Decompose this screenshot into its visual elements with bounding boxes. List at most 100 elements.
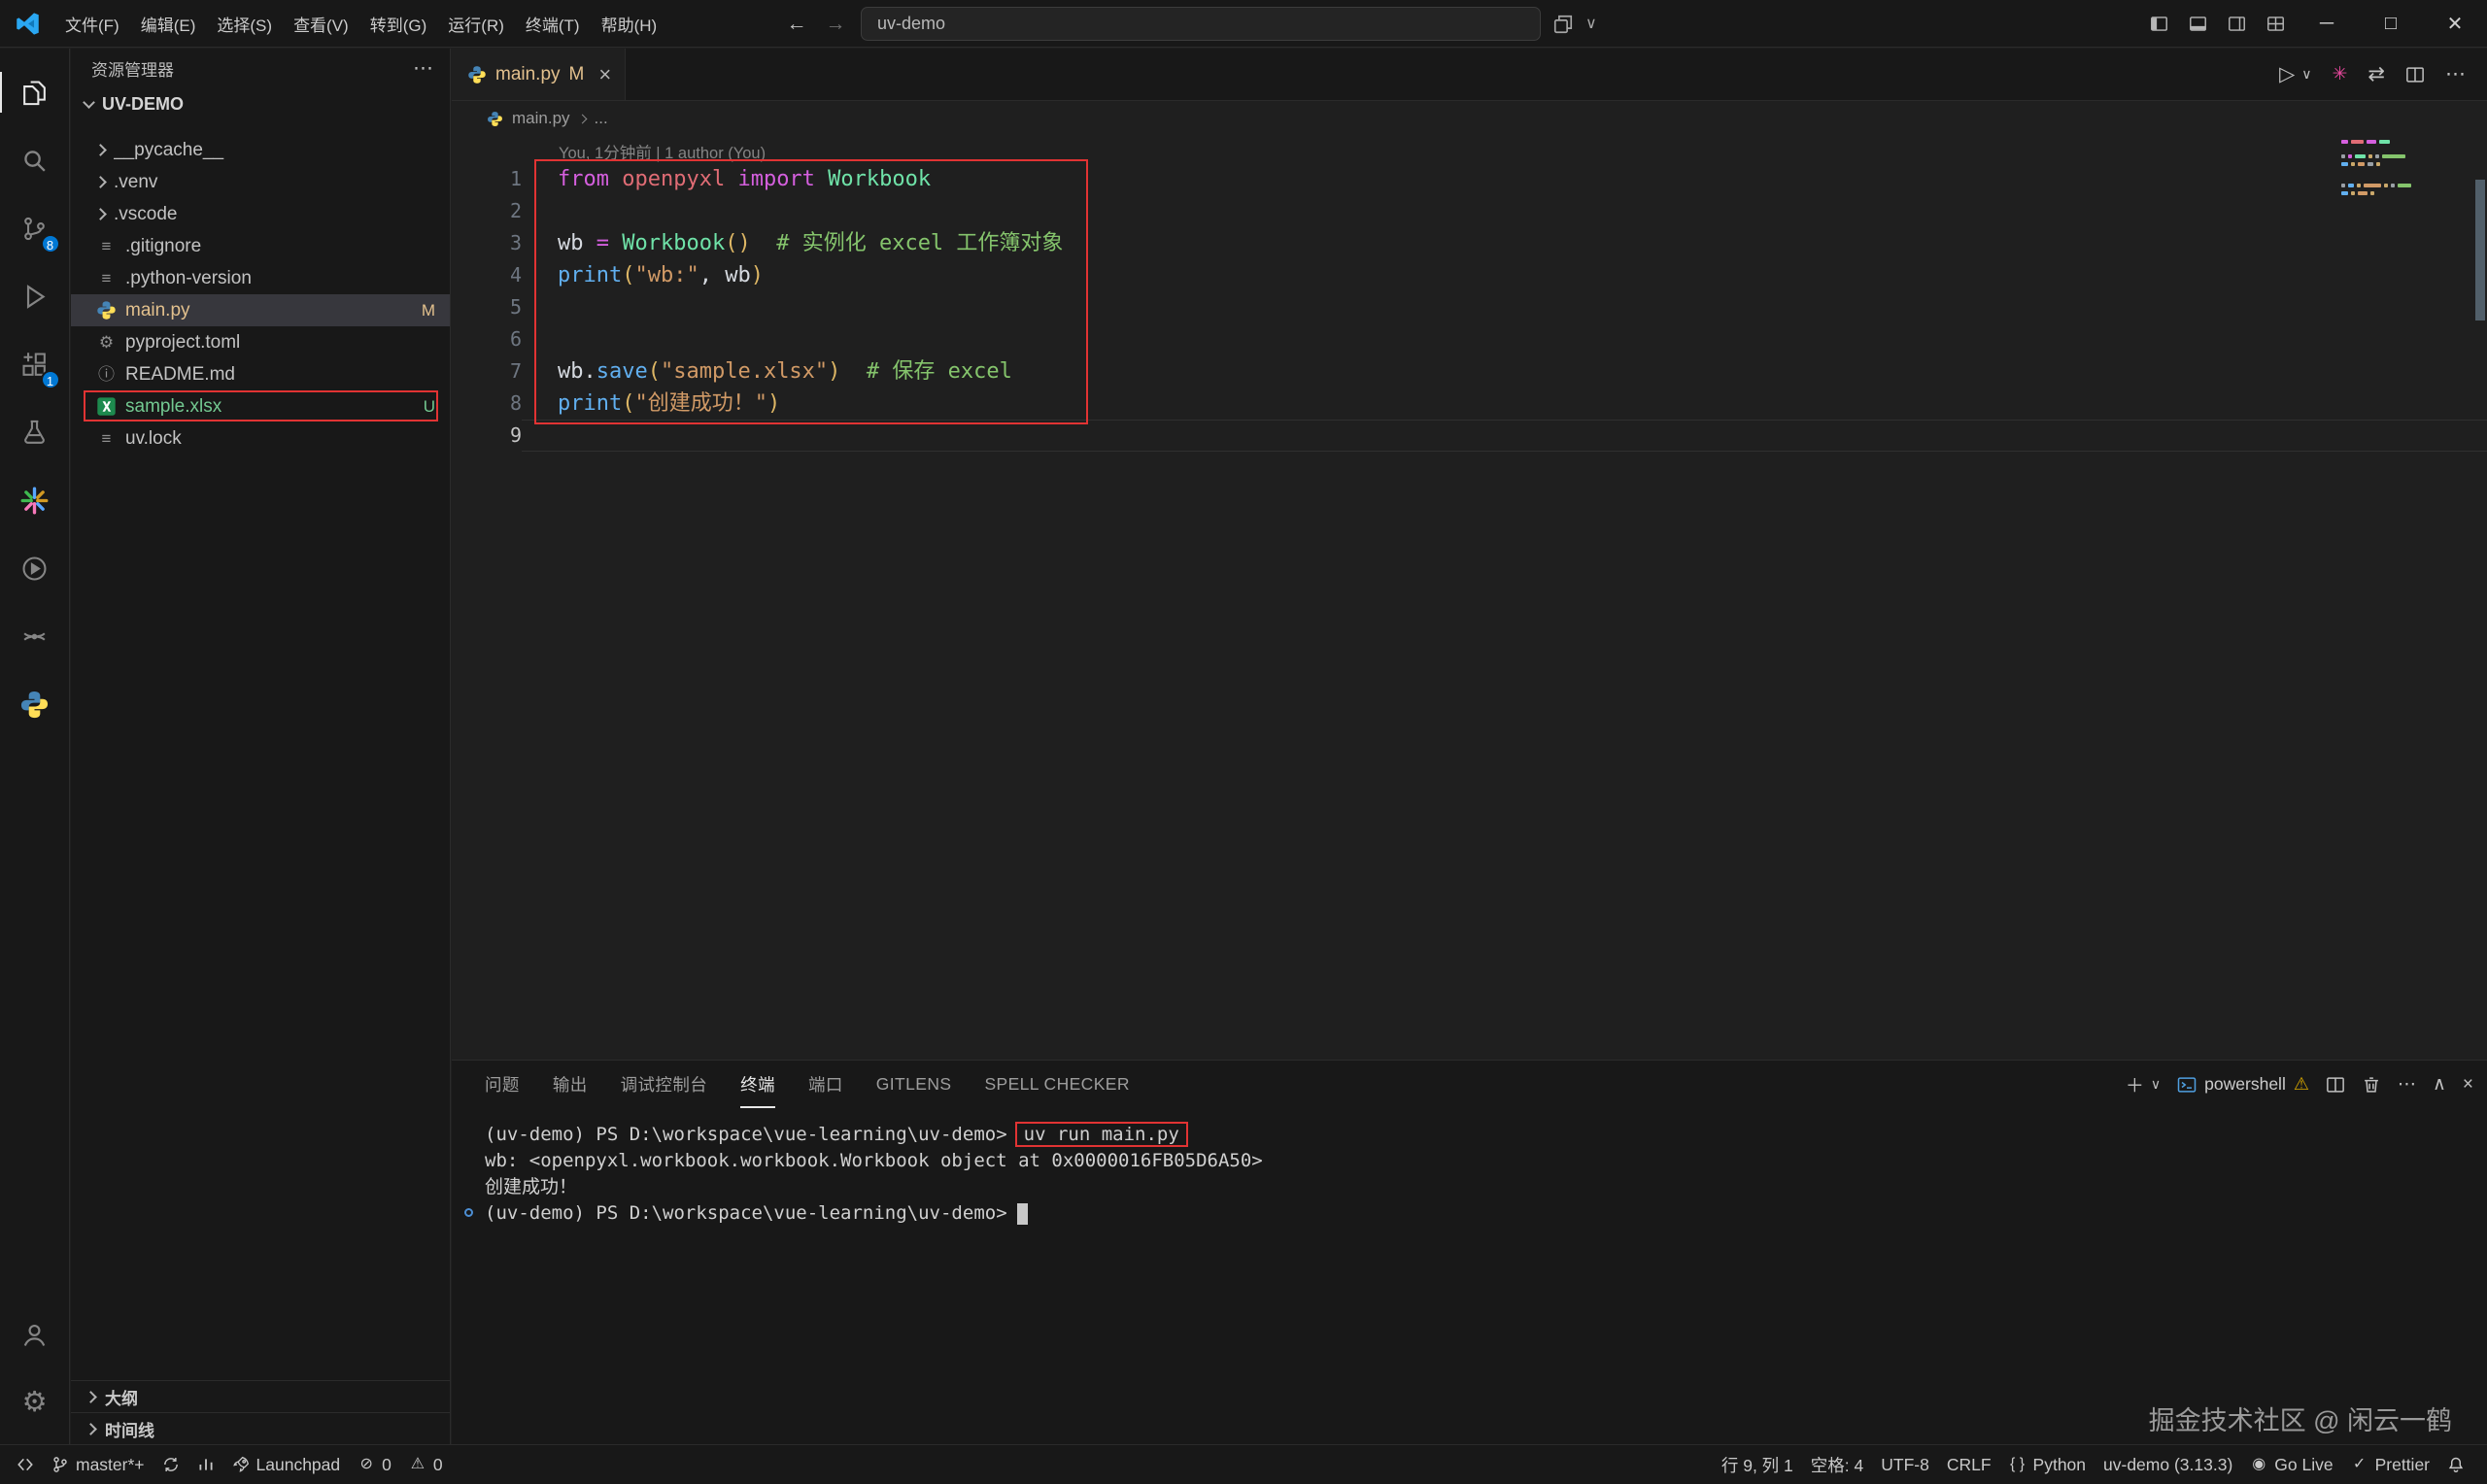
more-actions-icon[interactable]: ⋯ bbox=[2398, 1073, 2416, 1096]
activity-python[interactable] bbox=[0, 670, 70, 738]
breadcrumb-file[interactable]: main.py bbox=[512, 109, 570, 128]
status-python-interpreter[interactable]: uv-demo (3.13.3) bbox=[2095, 1445, 2241, 1484]
new-window-icon[interactable] bbox=[1552, 14, 1574, 35]
activity-run-debug[interactable] bbox=[0, 262, 70, 330]
file-tree-item[interactable]: ⓘREADME.md bbox=[71, 358, 450, 390]
close-panel-icon[interactable]: × bbox=[2463, 1074, 2473, 1096]
activity-jupyter[interactable] bbox=[0, 602, 70, 670]
sidebar-section[interactable]: 时间线 bbox=[71, 1412, 450, 1444]
panel-tab[interactable]: 终端 bbox=[740, 1061, 775, 1108]
code-editor[interactable]: You, 1分钟前 | 1 author (You) 1from openpyx… bbox=[452, 136, 2487, 1060]
run-python-file-icon[interactable]: ▷ bbox=[2279, 62, 2295, 86]
activity-ai-assistant[interactable] bbox=[0, 466, 70, 534]
code-line[interactable]: 5 bbox=[452, 291, 2487, 323]
activity-source-control[interactable]: 8 bbox=[0, 194, 70, 262]
status-errors[interactable]: ⊘0 bbox=[349, 1445, 400, 1484]
code-line[interactable]: 4print("wb:", wb) bbox=[452, 259, 2487, 291]
status-branch[interactable]: master*+ bbox=[43, 1445, 153, 1484]
menu-item[interactable]: 帮助(H) bbox=[591, 7, 668, 40]
file-tree-item[interactable]: main.pyM bbox=[71, 294, 450, 326]
status-encoding[interactable]: UTF-8 bbox=[1872, 1445, 1938, 1484]
menu-item[interactable]: 选择(S) bbox=[206, 7, 283, 40]
toggle-panel-icon[interactable] bbox=[2178, 0, 2217, 48]
status-sync[interactable] bbox=[153, 1445, 188, 1484]
code-line[interactable]: 8print("创建成功！") bbox=[452, 388, 2487, 420]
menu-item[interactable]: 转到(G) bbox=[359, 7, 438, 40]
status-cursor-position[interactable]: 行 9, 列 1 bbox=[1713, 1445, 1802, 1484]
split-terminal-icon[interactable] bbox=[2326, 1075, 2345, 1095]
status-launchpad[interactable]: Launchpad bbox=[223, 1445, 350, 1484]
code-line[interactable]: 3wb = Workbook() # 实例化 excel 工作簿对象 bbox=[452, 227, 2487, 259]
status-notifications[interactable] bbox=[2438, 1445, 2473, 1484]
menu-item[interactable]: 文件(F) bbox=[54, 7, 130, 40]
file-tree-item[interactable]: __pycache__ bbox=[71, 134, 450, 166]
tab-main-py[interactable]: main.py M × bbox=[452, 49, 626, 100]
file-tree-item[interactable]: .venv bbox=[71, 166, 450, 198]
toggle-primary-sidebar-icon[interactable] bbox=[2139, 0, 2178, 48]
sidebar-section[interactable]: 大纲 bbox=[71, 1380, 450, 1412]
panel-tab[interactable]: 调试控制台 bbox=[621, 1061, 708, 1108]
scrollbar-thumb[interactable] bbox=[2475, 180, 2485, 320]
menu-item[interactable]: 编辑(E) bbox=[130, 7, 207, 40]
kill-terminal-icon[interactable] bbox=[2362, 1075, 2381, 1095]
file-tree-item[interactable]: .vscode bbox=[71, 198, 450, 230]
go-forward-icon[interactable]: → bbox=[822, 13, 849, 36]
breadcrumb-symbol[interactable]: ... bbox=[595, 109, 608, 128]
minimap[interactable] bbox=[2341, 140, 2425, 206]
status-prettier[interactable]: ✓Prettier bbox=[2342, 1445, 2438, 1484]
file-tree-item[interactable]: ≡.python-version bbox=[71, 262, 450, 294]
activity-code-runner[interactable] bbox=[0, 534, 70, 602]
minimize-button[interactable]: ─ bbox=[2295, 0, 2359, 48]
go-back-icon[interactable]: ← bbox=[783, 13, 810, 36]
activity-settings[interactable]: ⚙ bbox=[0, 1368, 70, 1436]
panel-tab[interactable]: 问题 bbox=[485, 1061, 520, 1108]
status-go-live[interactable]: ◉Go Live bbox=[2241, 1445, 2341, 1484]
code-line[interactable]: 6 bbox=[452, 323, 2487, 355]
file-tree-item[interactable]: ⚙pyproject.toml bbox=[71, 326, 450, 358]
more-actions-icon[interactable]: ⋯ bbox=[2445, 62, 2466, 86]
status-eol[interactable]: CRLF bbox=[1938, 1445, 2000, 1484]
close-button[interactable]: ✕ bbox=[2423, 0, 2487, 48]
workspace-root-folder[interactable]: UV-DEMO bbox=[71, 87, 450, 120]
code-line[interactable]: 9 bbox=[452, 420, 2487, 452]
codelens-blame[interactable]: You, 1分钟前 | 1 author (You) bbox=[559, 140, 766, 163]
menu-item[interactable]: 运行(R) bbox=[437, 7, 515, 40]
new-terminal-icon[interactable]: ＋ bbox=[2126, 1071, 2144, 1097]
panel-tab[interactable]: 输出 bbox=[553, 1061, 588, 1108]
activity-extensions[interactable]: 1 bbox=[0, 330, 70, 398]
status-language-mode[interactable]: { }Python bbox=[2000, 1445, 2095, 1484]
menu-item[interactable]: 查看(V) bbox=[283, 7, 359, 40]
panel-tab[interactable]: GITLENS bbox=[876, 1061, 952, 1108]
maximize-button[interactable]: □ bbox=[2359, 0, 2423, 48]
menu-item[interactable]: 终端(T) bbox=[515, 7, 591, 40]
close-tab-icon[interactable]: × bbox=[598, 62, 611, 87]
file-tree-item[interactable]: sample.xlsxU bbox=[71, 390, 450, 422]
customize-layout-icon[interactable] bbox=[2256, 0, 2295, 48]
activity-explorer[interactable] bbox=[0, 58, 70, 126]
panel-tab[interactable]: 端口 bbox=[808, 1061, 843, 1108]
code-line[interactable]: 1from openpyxl import Workbook bbox=[452, 163, 2487, 195]
terminal[interactable]: (uv-demo) PS D:\workspace\vue-learning\u… bbox=[452, 1108, 2487, 1227]
activity-testing[interactable] bbox=[0, 398, 70, 466]
panel-tab[interactable]: SPELL CHECKER bbox=[984, 1061, 1129, 1108]
command-center[interactable]: uv-demo bbox=[861, 7, 1541, 41]
terminal-dropdown-chevron-icon[interactable]: ∨ bbox=[2151, 1076, 2161, 1093]
chevron-down-icon[interactable]: ∨ bbox=[1585, 14, 1607, 35]
status-commit-graph[interactable] bbox=[188, 1445, 223, 1484]
activity-search[interactable] bbox=[0, 126, 70, 194]
maximize-panel-icon[interactable]: ∧ bbox=[2433, 1073, 2446, 1096]
code-line[interactable]: 2 bbox=[452, 195, 2487, 227]
open-changes-icon[interactable]: ⇄ bbox=[2368, 62, 2385, 86]
toggle-secondary-sidebar-icon[interactable] bbox=[2217, 0, 2256, 48]
split-editor-icon[interactable] bbox=[2405, 65, 2425, 84]
more-actions-icon[interactable]: ⋯ bbox=[413, 56, 434, 81]
status-remote[interactable] bbox=[8, 1445, 43, 1484]
formatter-extension-icon[interactable]: ✳ bbox=[2332, 63, 2347, 85]
terminal-instance-powershell[interactable]: powershell ⚠ bbox=[2177, 1074, 2309, 1095]
activity-account[interactable] bbox=[0, 1300, 70, 1368]
status-warnings[interactable]: ⚠0 bbox=[400, 1445, 452, 1484]
file-tree-item[interactable]: ≡uv.lock bbox=[71, 422, 450, 455]
status-indentation[interactable]: 空格: 4 bbox=[1802, 1445, 1872, 1484]
run-dropdown-chevron-icon[interactable]: ∨ bbox=[2301, 66, 2311, 83]
file-tree-item[interactable]: ≡.gitignore bbox=[71, 230, 450, 262]
